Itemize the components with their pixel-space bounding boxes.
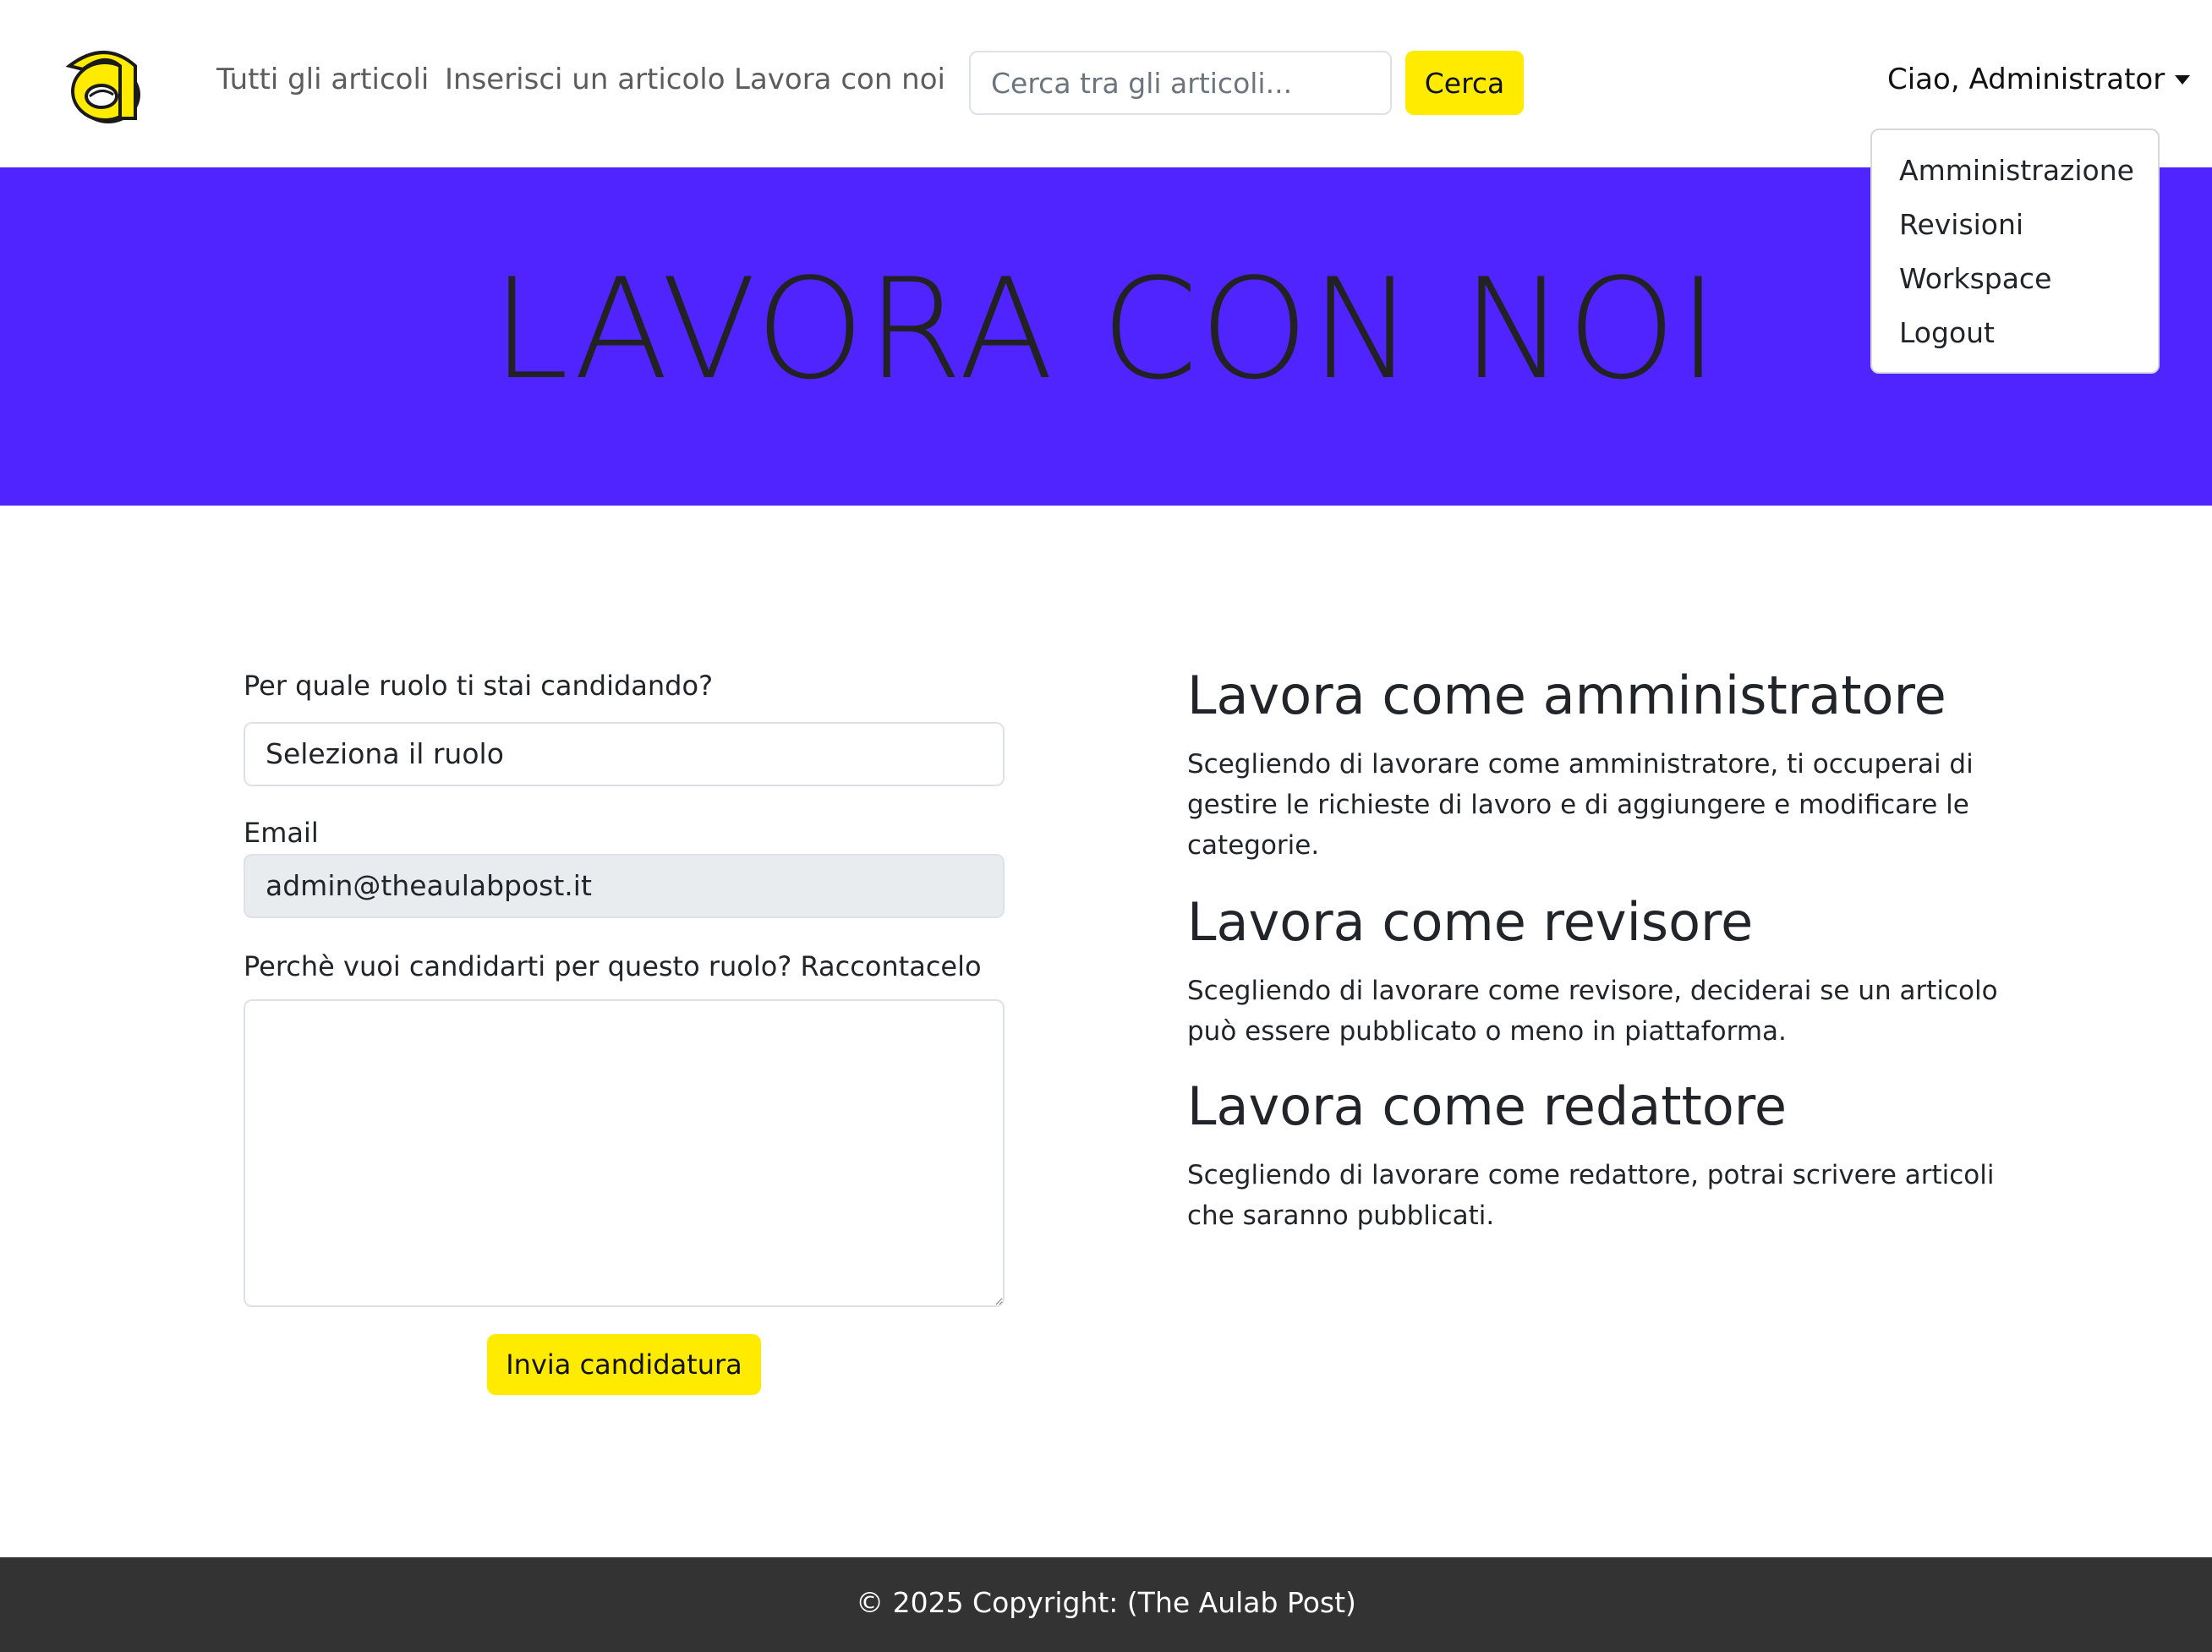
email-label: Email [244, 817, 319, 849]
search-input[interactable] [969, 51, 1392, 115]
user-dropdown-menu: Amministrazione Revisioni Workspace Logo… [1870, 129, 2160, 374]
search-button[interactable]: Cerca [1405, 51, 1524, 115]
role-info-text-admin: Scegliendo di lavorare come amministrato… [1187, 749, 1974, 861]
dropdown-item-workspace[interactable]: Workspace [1872, 259, 2158, 313]
role-select[interactable]: Seleziona il ruolo [244, 722, 1005, 786]
dropdown-item-administration[interactable]: Amministrazione [1872, 150, 2158, 205]
copyright-text: © 2025 Copyright: (The Aulab Post) [856, 1586, 1356, 1619]
user-greeting: Ciao, Administrator [1887, 63, 2165, 96]
nav-link-work-with-us[interactable]: Lavora con noi [734, 63, 945, 96]
brand-logo[interactable] [54, 41, 152, 132]
logo-a-icon [65, 51, 140, 123]
dropdown-item-revisions[interactable]: Revisioni [1872, 205, 2158, 259]
dropdown-item-logout[interactable]: Logout [1872, 313, 2158, 367]
email-field: admin@theaulabpost.it [244, 854, 1005, 918]
role-info-text-revisor: Scegliendo di lavorare come revisore, de… [1187, 976, 1998, 1047]
role-info-text-writer: Scegliendo di lavorare come redattore, p… [1187, 1160, 1995, 1231]
motivation-textarea[interactable] [244, 999, 1005, 1307]
nav-link-all-articles[interactable]: Tutti gli articoli [216, 63, 429, 96]
footer: © 2025 Copyright: (The Aulab Post) [0, 1557, 2212, 1652]
role-info-title-revisor: Lavora come revisore [1187, 891, 1754, 953]
nav-link-insert-article[interactable]: Inserisci un articolo [445, 63, 725, 96]
submit-application-button[interactable]: Invia candidatura [487, 1334, 761, 1395]
user-menu-toggle[interactable]: Ciao, Administrator [1887, 63, 2191, 96]
role-info-title-admin: Lavora come amministratore [1187, 665, 1946, 726]
caret-down-icon [2175, 74, 2191, 85]
role-info-title-writer: Lavora come redattore [1187, 1075, 1788, 1137]
role-label: Per quale ruolo ti stai candidando? [244, 670, 714, 702]
motivation-label: Perchè vuoi candidarti per questo ruolo?… [244, 950, 982, 982]
